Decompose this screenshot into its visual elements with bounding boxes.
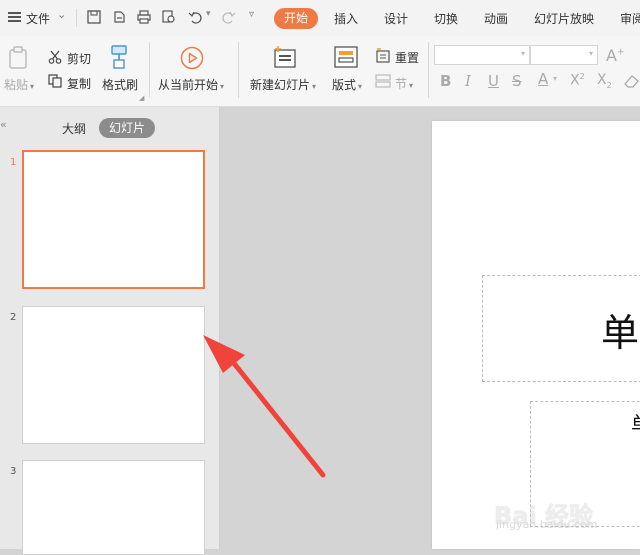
font-size-dropdown[interactable]: ▾ <box>530 45 598 65</box>
tab-slides[interactable]: 幻灯片 <box>99 118 155 138</box>
reset-button[interactable]: 重置 <box>395 49 419 66</box>
divider <box>238 42 239 98</box>
tab-outline[interactable]: 大纲 <box>62 120 86 137</box>
new-slide-button[interactable]: 新建幻灯片 ▾ <box>250 76 316 93</box>
save-icon[interactable] <box>87 10 101 24</box>
print-preview-icon[interactable] <box>162 10 176 24</box>
cut-button[interactable]: 剪切 <box>67 50 91 67</box>
strikethrough-icon[interactable]: S <box>512 72 522 90</box>
italic-icon[interactable]: I <box>465 72 471 90</box>
increase-font-icon[interactable]: A+ <box>606 46 625 65</box>
collapse-panel-icon[interactable]: « <box>0 118 7 131</box>
font-name-dropdown[interactable]: ▾ <box>434 45 530 65</box>
slide-thumbnail-3[interactable] <box>22 460 205 555</box>
subscript-icon[interactable]: X2 <box>597 72 612 90</box>
play-from-current-button[interactable]: 从当前开始 ▾ <box>158 76 224 93</box>
export-icon[interactable] <box>112 10 126 24</box>
bold-icon[interactable]: B <box>440 72 451 90</box>
format-painter-button[interactable]: 格式刷 <box>102 76 138 93</box>
tab-design[interactable]: 设计 <box>384 10 408 27</box>
reset-icon[interactable] <box>375 48 391 64</box>
title-text: 单 <box>601 311 640 355</box>
paste-button[interactable]: 粘贴 ▾ <box>4 76 34 93</box>
hamburger-icon[interactable] <box>8 12 21 22</box>
scissors-icon[interactable] <box>48 50 62 64</box>
watermark-url: jingyan.baidu.com <box>496 518 598 531</box>
slide-number: 1 <box>10 157 17 168</box>
undo-icon[interactable] <box>188 10 202 24</box>
tab-transition[interactable]: 切换 <box>434 10 458 27</box>
divider <box>428 42 429 98</box>
copy-button[interactable]: 复制 <box>67 75 91 92</box>
layout-button[interactable]: 版式 ▾ <box>332 76 362 93</box>
section-button[interactable]: 节 ▾ <box>395 75 413 92</box>
subtitle-text: 单 <box>631 408 640 437</box>
customize-toolbar-icon[interactable]: ▿ <box>249 9 254 20</box>
font-color-icon[interactable]: A <box>538 70 548 88</box>
tab-review[interactable]: 审阅 <box>620 10 640 27</box>
layout-icon[interactable] <box>334 46 358 68</box>
slide-number: 2 <box>10 312 17 323</box>
underline-icon[interactable]: U <box>488 72 499 90</box>
ribbon: 粘贴▾ 剪切 复制 格式刷 ◢ 从当前开始▾ 新建幻灯片▾ 版式▾ 重置 <box>0 36 640 107</box>
tab-animation[interactable]: 动画 <box>484 10 508 27</box>
chevron-down-icon[interactable]: ⌄ <box>57 8 66 21</box>
play-icon[interactable] <box>180 46 204 70</box>
slide-thumbnail-1[interactable] <box>22 150 205 289</box>
menu-bar: 文件 ⌄ ▾ ▿ 开始 插入 设计 切换 动画 幻灯片放映 审阅 <box>0 0 640 36</box>
new-slide-icon[interactable] <box>272 44 298 70</box>
print-icon[interactable] <box>137 10 151 24</box>
tab-home[interactable]: 开始 <box>274 8 318 29</box>
slide-panel: « 大纲 幻灯片 1 2 3 <box>0 107 220 555</box>
watermark: Bai 经验 jingyan.baidu.com <box>488 478 628 540</box>
slide-thumbnail-2[interactable] <box>22 306 205 444</box>
copy-icon[interactable] <box>48 74 62 88</box>
arrow-annotation <box>203 335 326 478</box>
section-icon[interactable] <box>375 74 391 88</box>
divider <box>149 42 150 98</box>
redo-icon[interactable] <box>222 10 236 24</box>
format-painter-icon[interactable] <box>108 44 132 70</box>
tab-slideshow[interactable]: 幻灯片放映 <box>534 10 594 27</box>
file-menu[interactable]: 文件 <box>26 10 50 27</box>
eraser-icon[interactable] <box>623 73 640 89</box>
slide-number: 3 <box>10 466 17 477</box>
undo-dropdown-icon[interactable]: ▾ <box>206 9 211 19</box>
paste-icon[interactable] <box>8 46 30 70</box>
superscript-icon[interactable]: X2 <box>570 72 585 89</box>
divider <box>76 9 77 27</box>
font-color-dropdown-icon[interactable]: ▾ <box>553 74 557 83</box>
title-placeholder[interactable]: 单 <box>482 275 640 382</box>
tab-insert[interactable]: 插入 <box>334 10 358 27</box>
clipboard-expand-icon[interactable]: ◢ <box>139 94 144 102</box>
